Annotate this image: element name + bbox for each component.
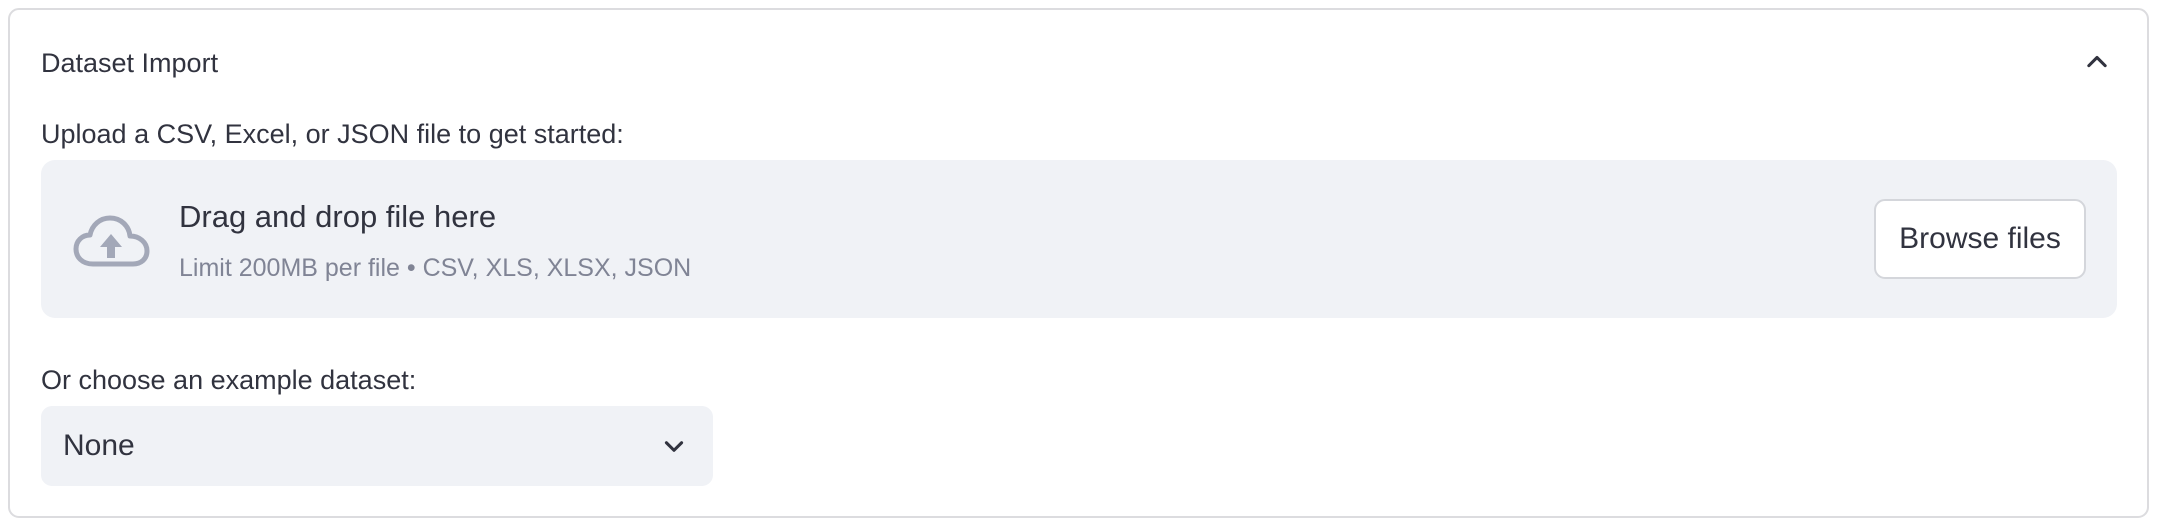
browse-files-button[interactable]: Browse files [1874, 199, 2086, 279]
expander-header[interactable]: Dataset Import [10, 10, 2147, 106]
dropzone-instructions: Drag and drop file here [179, 199, 497, 234]
file-dropzone[interactable]: Drag and drop file here Limit 200MB per … [41, 160, 2117, 318]
expander-title: Dataset Import [41, 48, 219, 78]
chevron-down-icon [664, 441, 684, 452]
dropzone-limit-text: Limit 200MB per file • CSV, XLS, XLSX, J… [179, 254, 692, 282]
example-dataset-select[interactable]: None [41, 406, 713, 486]
select-value: None [63, 429, 135, 462]
dataset-import-expander: Dataset Import Upload a CSV, Excel, or J… [8, 8, 2149, 518]
uploader-label: Upload a CSV, Excel, or JSON file to get… [41, 119, 624, 149]
chevron-up-icon[interactable] [2083, 47, 2111, 75]
example-dataset-label: Or choose an example dataset: [41, 365, 417, 395]
cloud-upload-icon [73, 215, 150, 267]
